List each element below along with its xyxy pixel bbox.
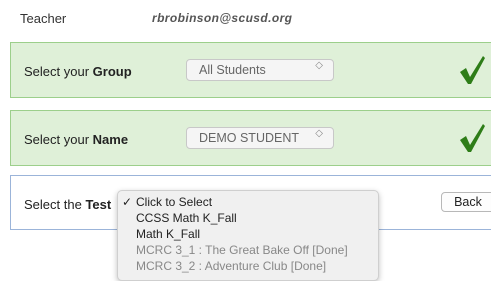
test-label-bold: Test [85,197,112,212]
test-dropdown-menu[interactable]: ✓ Click to Select CCSS Math K_Fall Math K… [117,190,379,281]
group-panel: Select your Group All Students ◇ [10,42,491,98]
test-label-prefix: Select the [24,197,86,212]
updown-arrows-icon: ◇ [315,128,323,139]
dropdown-option-label: MCRC 3_2 : Adventure Club [Done] [136,259,327,273]
green-checkmark-icon [460,124,485,152]
updown-arrows-icon: ◇ [315,60,323,71]
dropdown-option: MCRC 3_1 : The Great Bake Off [Done] [122,243,348,259]
dropdown-option-label: MCRC 3_1 : The Great Bake Off [Done] [136,243,348,257]
name-select-value: DEMO STUDENT [199,131,299,145]
group-label-bold: Group [92,64,132,79]
name-select[interactable]: DEMO STUDENT ◇ [186,127,334,149]
dropdown-option[interactable]: Math K_Fall [122,227,200,243]
dropdown-option: MCRC 3_2 : Adventure Club [Done] [122,259,326,275]
group-select-value: All Students [199,63,266,77]
dropdown-option-label: CCSS Math K_Fall [136,211,237,225]
group-label: Select your Group [24,64,132,79]
green-checkmark-icon [460,56,485,84]
back-button[interactable]: Back [441,192,491,212]
dropdown-option[interactable]: CCSS Math K_Fall [122,211,237,227]
dropdown-option[interactable]: ✓ Click to Select [122,195,212,211]
teacher-label: Teacher [20,11,67,26]
name-panel: Select your Name DEMO STUDENT ◇ [10,110,491,166]
group-label-prefix: Select your [24,64,93,79]
dropdown-option-label: Click to Select [136,195,213,209]
group-select[interactable]: All Students ◇ [186,59,334,81]
name-label-bold: Name [92,132,129,147]
name-label-prefix: Select your [24,132,93,147]
name-label: Select your Name [24,132,128,147]
teacher-email: rbrobinson@scusd.org [152,11,293,25]
dropdown-option-label: Math K_Fall [136,227,201,241]
test-label: Select the Test [24,197,111,212]
checkmark-icon: ✓ [122,195,133,209]
